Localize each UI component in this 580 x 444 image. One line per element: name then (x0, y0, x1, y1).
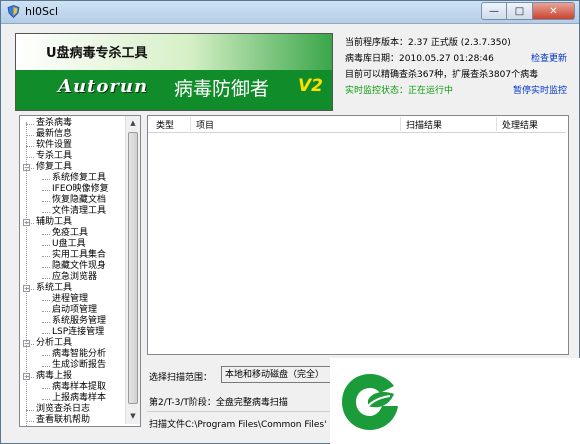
banner-slogan: 病毒防御者 (174, 78, 270, 100)
tree-connector (42, 388, 50, 389)
tree-connector (26, 135, 34, 136)
leaf-logo-icon (342, 374, 398, 430)
col-separator (400, 117, 401, 131)
version-row: 当前程序版本：2.37 正式版 (2.3.7.350) (345, 35, 567, 51)
tree-group-item[interactable]: 系统工具 (36, 283, 72, 294)
db-date-value: 2010.05.27 01:28:46 (399, 54, 494, 64)
tree-child-item[interactable]: 恢复隐藏文档 (52, 195, 106, 206)
results-header: 类型 项目 扫描结果 处理结果 (148, 116, 566, 133)
tree-connector (42, 267, 50, 268)
close-button[interactable]: ✕ (533, 2, 575, 20)
product-banner: U盘病毒专杀工具 Autorun 病毒防御者 V2 (15, 33, 333, 111)
window-controls: — □ ✕ (481, 2, 575, 20)
tree-connector (42, 212, 50, 213)
tree-group-item[interactable]: 修复工具 (36, 162, 72, 173)
tree-group-item[interactable]: 辅助工具 (36, 217, 72, 228)
monitor-status: 实时监控状态：正在运行中 (345, 86, 454, 96)
monitor-row: 实时监控状态：正在运行中 暂停实时监控 (345, 83, 567, 99)
autorun-logo: Autorun (58, 76, 149, 97)
tree-child-item[interactable]: 生成诊断报告 (52, 360, 106, 371)
db-date-label: 病毒库日期： (345, 54, 400, 64)
banner-version-mark: V2 (298, 76, 323, 96)
scan-scope-label: 选择扫描范围： (149, 373, 213, 383)
tree-child-item[interactable]: 启动项管理 (52, 305, 97, 316)
tree-scrollbar[interactable]: ▲ ▼ (125, 116, 140, 424)
col-item[interactable]: 项目 (196, 118, 214, 131)
nav-tree[interactable]: ▲ ▼ 查杀病毒 最新信息 软件设置 专杀工具 修复工具 − 系统修复工具 IFEO映像修复恢… (19, 115, 141, 427)
banner-product-name: U盘病毒专杀工具 (46, 46, 148, 61)
col-scan-result[interactable]: 扫描结果 (406, 118, 442, 131)
detect-count-text: 目前可以精确查杀367种，扩展查杀3807个病毒 (345, 70, 539, 80)
tree-connector (26, 410, 34, 411)
tree-group-item[interactable]: 浏览查杀日志 (36, 404, 90, 415)
scroll-down-icon[interactable]: ▼ (127, 410, 139, 423)
version-label: 当前程序版本： (345, 38, 409, 48)
tree-child-item[interactable]: LSP连接管理 (52, 327, 104, 338)
tree-child-item[interactable]: 病毒智能分析 (52, 349, 106, 360)
tree-connector (42, 245, 50, 246)
tree-connector (42, 234, 50, 235)
tree-connector (42, 190, 50, 191)
tree-connector (26, 124, 34, 125)
tree-connector (42, 278, 50, 279)
tree-connector (42, 179, 50, 180)
scanning-file-text: 扫描文件C:\Program Files\Common Files' (149, 420, 327, 430)
tree-child-item[interactable]: U盘工具 (52, 239, 86, 250)
tree-group-item[interactable]: 病毒上报 (36, 371, 72, 382)
pause-monitor-link[interactable]: 暂停实时监控 (513, 83, 567, 99)
tree-connector (42, 311, 50, 312)
tree-group-item[interactable]: 最新信息 (36, 129, 72, 140)
results-list[interactable]: 类型 项目 扫描结果 处理结果 (147, 115, 569, 355)
tree-child-item[interactable]: 进程管理 (52, 294, 88, 305)
tree-connector (26, 146, 34, 147)
tree-connector (42, 355, 50, 356)
maximize-button[interactable]: □ (507, 2, 533, 20)
tree-connector (42, 322, 50, 323)
tree-connector (42, 333, 50, 334)
col-action-result[interactable]: 处理结果 (502, 118, 538, 131)
db-row: 病毒库日期：2010.05.27 01:28:46 检查更新 (345, 51, 567, 67)
tree-child-item[interactable]: 病毒样本提取 (52, 382, 106, 393)
minimize-button[interactable]: — (481, 2, 507, 20)
info-panel: 当前程序版本：2.37 正式版 (2.3.7.350) 病毒库日期：2010.0… (345, 35, 567, 99)
tree-connector (42, 366, 50, 367)
title-bar[interactable]: hl0Scl — □ ✕ (1, 1, 579, 24)
col-separator (496, 117, 497, 131)
tree-group-item[interactable]: 查看联机帮助 (36, 415, 90, 426)
tree-connector (26, 421, 34, 422)
tree-child-item[interactable]: 实用工具集合 (52, 250, 106, 261)
tree-group-item[interactable]: 查杀病毒 (36, 118, 72, 129)
tree-group-item[interactable]: 分析工具 (36, 338, 72, 349)
tree-child-item[interactable]: 免疫工具 (52, 228, 88, 239)
tree-connector (42, 201, 50, 202)
tree-child-item[interactable]: 上报病毒样本 (52, 393, 106, 404)
tree-child-item[interactable]: 系统修复工具 (52, 173, 106, 184)
tree-connector (42, 256, 50, 257)
col-separator (190, 117, 191, 131)
tree-child-item[interactable]: 系统服务管理 (52, 316, 106, 327)
tree-connector (42, 300, 50, 301)
tree-group-item[interactable]: 专杀工具 (36, 151, 72, 162)
col-type[interactable]: 类型 (156, 118, 174, 131)
scan-phase-text: 第2/T-3/T阶段：全盘完整病毒扫描 (149, 398, 288, 408)
detect-row: 目前可以精确查杀367种，扩展查杀3807个病毒 (345, 67, 567, 83)
check-update-link[interactable]: 检查更新 (531, 51, 567, 67)
shield-icon (7, 5, 20, 18)
version-value: 2.37 正式版 (2.3.7.350) (408, 38, 511, 48)
tree-child-item[interactable]: 隐藏文件现身 (52, 261, 106, 272)
tree-child-item[interactable]: IFEO映像修复 (52, 184, 109, 195)
tree-connector (42, 399, 50, 400)
overlay-watermark (330, 358, 580, 444)
tree-root-line (26, 122, 27, 426)
scroll-up-icon[interactable]: ▲ (127, 117, 139, 130)
tree-child-item[interactable]: 应急浏览器 (52, 272, 97, 283)
tree-group-item[interactable]: 软件设置 (36, 140, 72, 151)
tree-child-item[interactable]: 文件清理工具 (52, 206, 106, 217)
window-title: hl0Scl (25, 5, 59, 18)
scroll-thumb[interactable] (128, 132, 138, 404)
tree-connector (26, 157, 34, 158)
